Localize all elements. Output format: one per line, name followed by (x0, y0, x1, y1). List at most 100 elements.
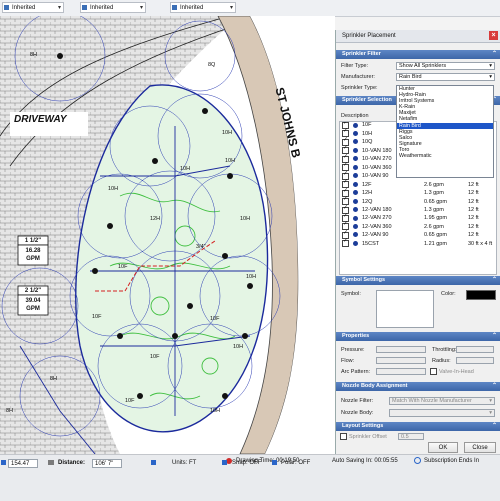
distance-label: Distance: (58, 460, 86, 466)
section-title: Layout Settings (342, 423, 384, 429)
section-properties[interactable]: Properties ⌃ (336, 332, 500, 341)
sprinkler-offset-checkbox[interactable] (340, 433, 347, 440)
table-row[interactable]: 15CST 1.21 gpm 30 ft x 4 ft (340, 238, 494, 248)
sprinkler-symbol-icon (353, 198, 358, 204)
row-checkbox[interactable] (340, 238, 351, 248)
section-sprinkler-filter[interactable]: Sprinkler Filter ⌃ (336, 50, 500, 59)
sprinkler-symbol-icon (353, 122, 358, 128)
pipe-unit-label-1: GPM (26, 256, 40, 262)
row-symbol (351, 181, 360, 189)
units-toggle[interactable]: Units: FT (172, 460, 196, 466)
arc-pattern-field[interactable] (376, 368, 426, 375)
symbol-preview[interactable] (376, 290, 434, 328)
head-label: 10H (210, 408, 221, 414)
row-symbol (351, 223, 360, 231)
polar-icon (272, 460, 277, 465)
row-symbol (351, 207, 360, 215)
row-symbol (351, 198, 360, 206)
panel-titlebar: Sprinkler Placement × (336, 30, 500, 43)
close-icon[interactable]: × (489, 31, 498, 40)
manufacturer-select[interactable]: Rain Bird ▾ (396, 73, 495, 81)
ok-button[interactable]: OK (428, 442, 458, 453)
nozzle-filter-select[interactable]: Match With Nozzle Manufacturer ▾ (389, 397, 495, 405)
row-radius: 12 ft (468, 223, 479, 230)
row-symbol (351, 156, 360, 164)
manufacturer-value: Rain Bird (399, 74, 422, 80)
ruler-icon (48, 460, 54, 465)
polar-toggle[interactable]: Polar: OFF (281, 460, 310, 466)
valve-in-head-checkbox[interactable] (430, 368, 437, 375)
description-header: Description (341, 113, 369, 119)
row-radius: 12 ft (468, 215, 479, 222)
table-row[interactable]: 12-VAN 270 1.95 gpm 12 ft (340, 213, 494, 223)
row-flow: 1.95 gpm (424, 215, 447, 222)
head-label: 8H (30, 52, 38, 58)
pressure-field[interactable] (376, 346, 426, 353)
layer-dropdown-1[interactable]: Inherited ▾ (2, 2, 64, 13)
snap-icon (222, 460, 227, 465)
section-layout-settings[interactable]: Layout Settings ⌃ (336, 422, 500, 431)
coordinate-icon (1, 460, 6, 465)
table-row[interactable]: 12Q 0.65 gpm 12 ft (340, 196, 494, 206)
drawing-canvas[interactable]: DRIVEWAY ST JOHNS B 1 1/2" 16.28 GPM 2 1… (0, 16, 335, 454)
sprinkler-symbol-icon (353, 147, 358, 153)
row-radius: 12 ft (468, 207, 479, 213)
driveway-label: DRIVEWAY (14, 114, 67, 125)
sprinkler-symbol-icon (353, 164, 358, 170)
filter-type-select[interactable]: Show All Sprinklers ▾ (396, 62, 495, 70)
checkbox-icon (342, 238, 349, 248)
throttling-field[interactable] (456, 346, 494, 353)
sprinkler-symbol-icon (353, 139, 358, 145)
chevron-up-icon: ⌃ (491, 423, 497, 429)
row-flow: 0.65 gpm (424, 232, 447, 239)
head-label: 10H (240, 216, 251, 222)
distance-field[interactable]: 106' 7" (92, 459, 122, 468)
row-description: 12Q (362, 198, 373, 205)
head-label: 12H (150, 216, 161, 222)
row-symbol (351, 173, 360, 181)
section-symbol-settings[interactable]: Symbol Settings ⌃ (336, 276, 500, 285)
sprinkler-symbol-icon (353, 223, 358, 229)
close-button[interactable]: Close (464, 442, 496, 453)
section-nozzle-body[interactable]: Nozzle Body Assignment ⌃ (336, 382, 500, 391)
flow-label: Flow: (341, 358, 355, 364)
auto-saving: Auto Saving In: 00:05:55 (332, 458, 398, 464)
layer-dropdown-2[interactable]: Inherited ▾ (80, 2, 146, 13)
radius-field[interactable] (456, 357, 494, 364)
symbol-label: Symbol: (341, 291, 361, 297)
coordinate-field[interactable]: 154.47 (8, 459, 38, 468)
row-description: 12-VAN 180 (362, 207, 392, 213)
head-label: 10H (180, 166, 191, 172)
table-row[interactable]: 12-VAN 90 0.65 gpm 12 ft (340, 230, 494, 240)
layer-dropdown-3[interactable]: Inherited ▾ (170, 2, 236, 13)
row-symbol (351, 164, 360, 172)
table-row[interactable]: 12-VAN 360 2.6 gpm 12 ft (340, 221, 494, 231)
section-title: Properties (342, 333, 370, 339)
lineweight-icon (172, 5, 177, 10)
head-label: 10H (222, 130, 233, 136)
row-symbol (351, 215, 360, 223)
row-radius: 12 ft (468, 190, 479, 197)
manufacturer-option[interactable]: Weathermatic (397, 153, 493, 159)
pipe-flow-label-2: 39.04 (25, 298, 41, 304)
row-symbol (351, 232, 360, 240)
sprinkler-symbol-icon (353, 207, 358, 213)
sprinkler-offset-label: Sprinkler Offset (349, 434, 387, 440)
table-row[interactable]: 12H 1.3 gpm 12 ft (340, 188, 494, 198)
nozzle-body-label: Nozzle Body: (341, 410, 374, 416)
flow-field[interactable] (376, 357, 426, 364)
layer-dropdown-2-value: Inherited (90, 5, 114, 11)
chevron-up-icon: ⌃ (491, 333, 497, 339)
head-label: 10H (108, 186, 119, 192)
layer-dropdown-3-value: Inherited (180, 5, 204, 11)
table-row[interactable]: 12-VAN 180 1.3 gpm 12 ft (340, 205, 494, 215)
sprinkler-offset-field[interactable]: 0.5 (398, 433, 424, 440)
table-row[interactable]: 12F 2.6 gpm 12 ft (340, 179, 494, 189)
pipe-size-label-1: 1 1/2" (24, 238, 42, 244)
row-description: 12-VAN 90 (362, 232, 389, 239)
sprinkler-symbol-icon (353, 130, 358, 136)
nozzle-body-select[interactable]: ▾ (389, 409, 495, 417)
color-swatch[interactable] (466, 290, 496, 300)
snap-toggle[interactable]: Snap: OFF (232, 460, 261, 466)
filter-type-value: Show All Sprinklers (399, 63, 447, 69)
